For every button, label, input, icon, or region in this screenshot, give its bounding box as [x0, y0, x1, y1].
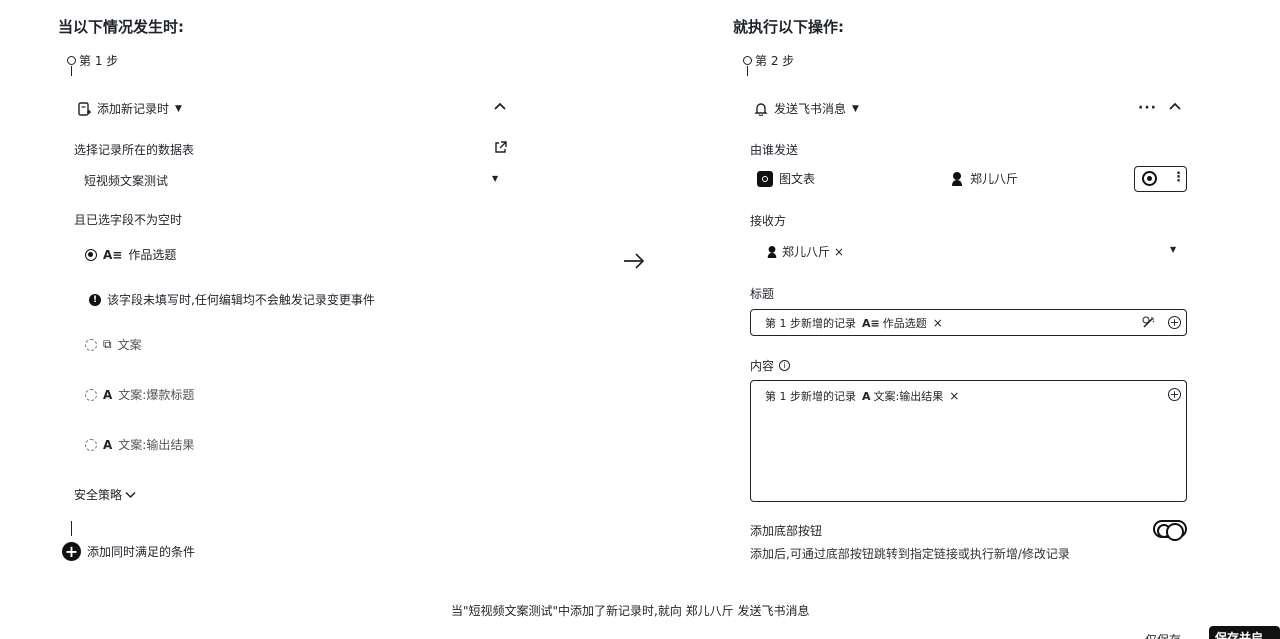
step-dot-icon [743, 56, 752, 65]
more-options-icon[interactable]: ··· [1138, 100, 1157, 116]
receiver-tag: 郑儿八斤 × [766, 243, 844, 260]
sender-selector-group[interactable]: ⋮ [1134, 166, 1187, 192]
info-filled-icon: ! [89, 293, 101, 306]
bottom-button-toggle[interactable] [1153, 520, 1187, 541]
step-connector [71, 66, 72, 76]
chevron-up-icon [1169, 102, 1181, 110]
table-select-value: 短视频文案测试 [84, 174, 169, 188]
radio-unchecked-icon[interactable] [85, 338, 97, 351]
save-button[interactable]: 仅保存 [1145, 631, 1181, 639]
receiver-label: 接收方 [750, 214, 787, 228]
bottom-button-label: 添加底部按钮 [750, 524, 823, 538]
trigger-select[interactable]: 添加新记录时 ▼ [78, 100, 182, 117]
title-label: 标题 [750, 287, 775, 301]
bottom-button-desc: 添加后,可通过底部按钮跳转到指定链接或执行新增/修改记录 [750, 547, 1070, 561]
content-textarea[interactable]: 第 1 步新增的记录 A 文案:输出结果 × + [750, 380, 1187, 502]
remove-token-icon[interactable]: × [949, 389, 959, 403]
left-heading: 当以下情况发生时: [58, 18, 184, 36]
collapse-action-button[interactable] [1168, 100, 1182, 114]
radio-unchecked-icon[interactable] [85, 388, 97, 401]
step-2-label: 第 2 步 [743, 52, 794, 69]
remove-token-icon[interactable]: × [933, 316, 943, 330]
record-add-icon [78, 101, 91, 116]
sender-option-bot[interactable]: 图文表 [757, 170, 815, 187]
arrow-right-icon [623, 252, 645, 273]
action-select[interactable]: 发送飞书消息 ▼ [754, 100, 859, 117]
caret-down-icon: ▼ [175, 103, 182, 114]
save-enable-button[interactable]: 保存并启用 [1209, 626, 1280, 639]
info-icon[interactable]: i [779, 360, 791, 371]
caret-down-icon: ▼ [852, 103, 859, 114]
content-label: 内容 i [750, 357, 791, 374]
ai-text-field-icon: A [862, 389, 871, 403]
field-option-2[interactable]: ⧉ 文案 [85, 336, 142, 353]
caret-down-icon: ▼ [492, 174, 499, 183]
step-connector [747, 66, 748, 76]
add-field-icon[interactable]: + [1168, 388, 1181, 401]
chevron-down-icon [125, 491, 136, 498]
plus-circle-icon: + [62, 542, 81, 561]
field-option-3[interactable]: A 文案:爆款标题 [85, 386, 194, 403]
receiver-select[interactable]: 郑儿八斤 × ▼ [750, 239, 1187, 263]
sender-label: 由谁发送 [750, 143, 799, 157]
open-table-link[interactable] [494, 141, 507, 157]
table-section-label: 选择记录所在的数据表 [74, 143, 195, 157]
step-connector [71, 521, 72, 536]
security-policy-toggle[interactable]: 安全策略 [74, 486, 136, 503]
title-input[interactable]: 第 1 步新增的记录 A≡ 作品选题 × + [750, 309, 1187, 336]
copy-field-icon: ⧉ [103, 337, 112, 351]
target-circle-icon[interactable] [1142, 171, 1157, 186]
caret-down-icon: ▼ [1170, 245, 1177, 254]
add-field-icon[interactable]: + [1168, 316, 1181, 329]
vertical-more-icon[interactable]: ⋮ [1172, 170, 1185, 186]
ai-text-field-icon: A [103, 387, 113, 402]
text-field-icon: A≡ [862, 316, 880, 330]
field-option-4[interactable]: A 文案:输出结果 [85, 436, 194, 453]
collapse-trigger-button[interactable] [493, 100, 507, 114]
right-heading: 就执行以下操作: [733, 18, 844, 36]
field-warning: ! 该字段未填写时,任何编辑均不会触发记录变更事件 [89, 291, 375, 308]
field-option-1[interactable]: A≡ 作品选题 [85, 246, 176, 263]
radio-unchecked-icon[interactable] [85, 438, 97, 451]
table-select[interactable]: 短视频文案测试 ▼ [74, 168, 506, 192]
text-field-icon: A≡ [103, 247, 123, 262]
magic-wand-icon[interactable] [1142, 316, 1156, 332]
step-1-label: 第 1 步 [67, 52, 118, 69]
field-section-label: 且已选字段不为空时 [74, 213, 183, 227]
add-condition-button[interactable]: + 添加同时满足的条件 [62, 542, 195, 561]
content-tokens: 第 1 步新增的记录 A 文案:输出结果 × [765, 389, 960, 403]
external-link-icon [495, 141, 507, 153]
step-dot-icon [67, 56, 76, 65]
app-bot-icon [757, 170, 773, 187]
radio-checked-icon[interactable] [85, 248, 97, 261]
sender-option-user[interactable]: 郑儿八斤 [950, 170, 1018, 187]
user-avatar-icon [767, 245, 777, 258]
bell-icon [754, 102, 768, 116]
chevron-up-icon [494, 102, 506, 110]
user-avatar-icon [950, 171, 964, 187]
title-tokens: 第 1 步新增的记录 A≡ 作品选题 × [765, 316, 943, 330]
ai-text-field-icon: A [103, 437, 113, 452]
remove-tag-icon[interactable]: × [834, 245, 844, 259]
summary-text: 当"短视频文案测试"中添加了新记录时,就向 郑儿八斤 发送飞书消息 [451, 604, 810, 618]
